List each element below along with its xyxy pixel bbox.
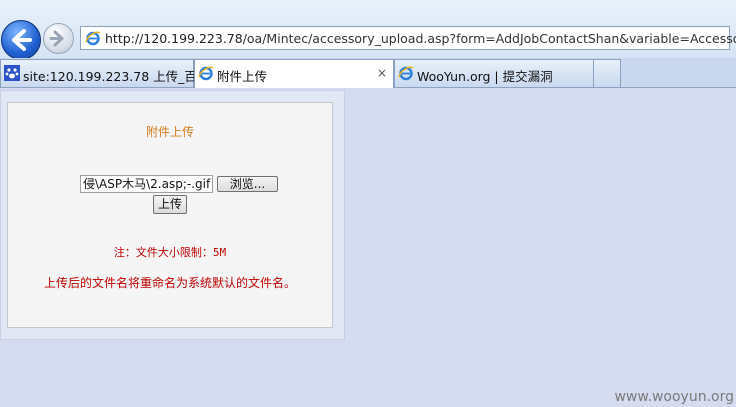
address-path: /oa/Mintec/accessory_upload.asp?form=Add… [242, 31, 736, 46]
new-tab-button[interactable] [593, 59, 621, 87]
tab-attachment-upload[interactable]: 附件上传 × [194, 59, 394, 88]
tab-label: 附件上传 [217, 69, 268, 84]
watermark: www.wooyun.org [614, 389, 734, 405]
ie-icon [198, 66, 214, 81]
page-title: 附件上传 [145, 125, 194, 139]
back-button[interactable] [1, 20, 41, 60]
paw-icon [4, 65, 20, 81]
forward-arrow-icon [49, 30, 64, 47]
rename-note: 上传后的文件名将重命名为系统默认的文件名。 [43, 276, 296, 290]
address-url: http://120.199.223.78/oa/Mintec/accessor… [105, 31, 736, 46]
upload-button[interactable]: 上传 [153, 195, 187, 214]
upload-panel: 附件上传 侵\ASP木马\2.asp;-.gif 浏览... 上传 注：文件大小… [7, 102, 333, 328]
tab-label: WooYun.org | 提交漏洞 [417, 69, 553, 84]
address-host: http://120.199.223.78 [105, 31, 243, 46]
ie-icon [85, 31, 101, 46]
tab-label: site:120.199.223.78 上传_百... [23, 69, 209, 84]
forward-button[interactable] [43, 23, 74, 54]
browser-toolbar: http://120.199.223.78/oa/Mintec/accessor… [0, 0, 736, 60]
back-arrow-icon [12, 29, 32, 51]
tab-bar: site:120.199.223.78 上传_百... 附件上传 × WooYu… [0, 58, 736, 88]
size-limit-note: 注：文件大小限制：5M [113, 246, 227, 259]
tab-baidu-search[interactable]: site:120.199.223.78 上传_百... [0, 59, 209, 87]
browse-button[interactable]: 浏览... [217, 176, 279, 192]
tab-wooyun[interactable]: WooYun.org | 提交漏洞 [394, 59, 594, 87]
address-bar[interactable]: http://120.199.223.78/oa/Mintec/accessor… [80, 26, 736, 50]
close-tab-icon[interactable]: × [377, 66, 387, 80]
ie-icon [398, 66, 414, 81]
file-path-input[interactable]: 侵\ASP木马\2.asp;-.gif [80, 175, 214, 193]
file-row: 侵\ASP木马\2.asp;-.gif 浏览... [80, 175, 279, 193]
